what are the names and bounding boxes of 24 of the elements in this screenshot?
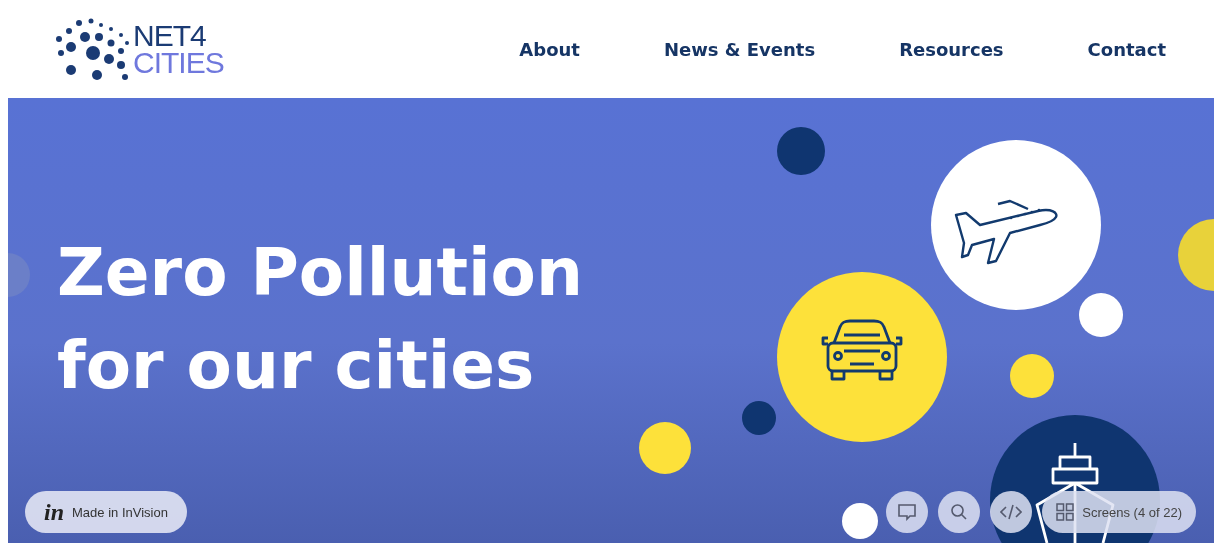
hero-title: for our cities <box>57 326 535 406</box>
circle-shape <box>1079 293 1123 337</box>
search-button[interactable] <box>938 491 981 533</box>
nav-link[interactable]: About <box>519 38 580 60</box>
circle-shape <box>1010 354 1054 398</box>
car-icon <box>777 272 947 442</box>
plane-icon <box>931 140 1101 310</box>
code-icon <box>1000 504 1023 520</box>
grid-icon <box>1056 503 1075 521</box>
nav-link[interactable]: Contact <box>1087 38 1166 60</box>
nav-link[interactable]: Resources <box>899 38 1004 60</box>
comment-icon <box>897 503 918 521</box>
nav-link[interactable]: News & Events <box>663 38 816 60</box>
search-icon <box>950 503 969 521</box>
logo-text: NET4 <box>133 22 207 49</box>
comment-button[interactable] <box>886 491 929 533</box>
screens-button[interactable]: Screens (4 of 22) <box>1042 491 1196 533</box>
logo-text: CITIES <box>133 49 224 76</box>
hero-title: Zero Pollution <box>57 233 583 313</box>
circle-shape <box>842 503 878 539</box>
circle-shape <box>742 401 776 435</box>
circle-shape <box>777 127 825 175</box>
made-in-invision-badge[interactable]: in Made in InVision <box>25 491 187 533</box>
circle-shape <box>639 422 691 474</box>
